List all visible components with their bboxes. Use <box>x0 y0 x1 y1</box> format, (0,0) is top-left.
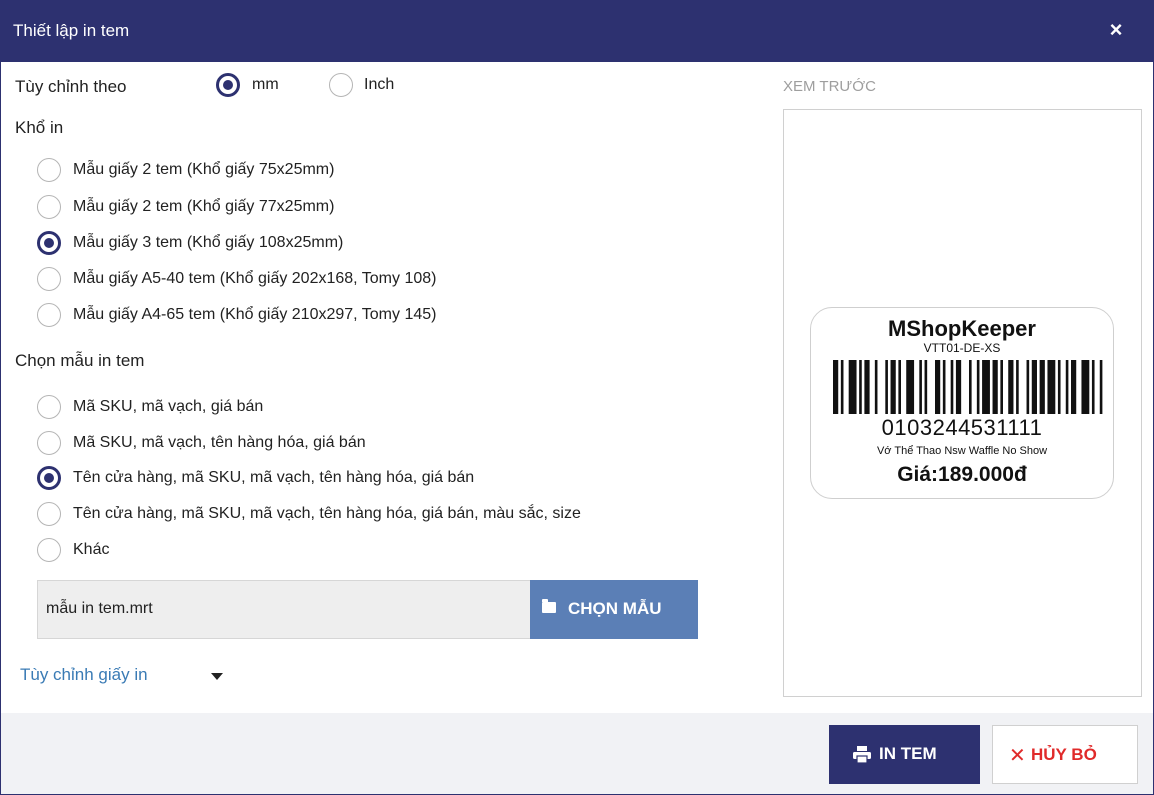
dialog-title: Thiết lập in tem <box>13 21 130 40</box>
radio-paper-77x25-label: Mẫu giấy 2 tem (Khổ giấy 77x25mm) <box>73 198 335 215</box>
barcode-graphic <box>833 360 1103 414</box>
template-file-field[interactable]: mẫu in tem.mrt <box>37 580 531 639</box>
print-label-text: IN TEM <box>879 744 937 763</box>
print-label-dialog: Thiết lập in tem × Tùy chỉnh theo mm Inc… <box>0 0 1154 795</box>
radio-paper-77x25[interactable] <box>37 195 61 219</box>
cancel-button[interactable]: ✕ HỦY BỎ <box>992 725 1138 784</box>
custom-paper-link[interactable]: Tùy chỉnh giấy in <box>20 665 148 685</box>
template-file-value: mẫu in tem.mrt <box>46 600 153 617</box>
radio-paper-a4[interactable] <box>37 303 61 327</box>
radio-template-other[interactable] <box>37 538 61 562</box>
print-label-button[interactable]: IN TEM <box>829 725 980 784</box>
radio-unit-mm-label: mm <box>252 76 279 93</box>
radio-unit-mm[interactable] <box>216 73 240 97</box>
cancel-label: HỦY BỎ <box>1031 745 1097 764</box>
radio-paper-108x25-label: Mẫu giấy 3 tem (Khổ giấy 108x25mm) <box>73 234 344 251</box>
dialog-footer <box>1 713 1153 794</box>
label-shop-name: MShopKeeper <box>888 316 1036 341</box>
label-preview-card: MShopKeeper VTT01-DE-XS 0103244531111 Vớ… <box>810 307 1114 499</box>
radio-template-1-label: Mã SKU, mã vạch, giá bán <box>73 398 264 415</box>
label-barcode-number: 0103244531111 <box>881 415 1043 440</box>
printer-icon <box>853 746 871 763</box>
radio-template-2-label: Mã SKU, mã vạch, tên hàng hóa, giá bán <box>73 434 366 451</box>
radio-paper-108x25[interactable] <box>37 231 61 255</box>
radio-paper-a4-label: Mẫu giấy A4-65 tem (Khổ giấy 210x297, To… <box>73 306 437 323</box>
radio-unit-inch-label: Inch <box>364 76 395 93</box>
folder-icon <box>542 599 556 613</box>
preview-heading: XEM TRƯỚC <box>783 78 876 95</box>
template-heading: Chọn mẫu in tem <box>15 351 145 370</box>
cancel-x-icon: ✕ <box>1009 745 1026 767</box>
label-product-name: Vớ Thể Thao Nsw Waffle No Show <box>876 445 1048 457</box>
radio-paper-75x25[interactable] <box>37 158 61 182</box>
radio-template-other-label: Khác <box>73 541 110 558</box>
radio-template-2[interactable] <box>37 431 61 455</box>
close-icon[interactable]: × <box>1101 15 1131 45</box>
radio-paper-a5[interactable] <box>37 267 61 291</box>
radio-paper-75x25-label: Mẫu giấy 2 tem (Khổ giấy 75x25mm) <box>73 161 335 178</box>
label-price: Giá:189.000đ <box>897 463 1027 486</box>
unit-label: Tùy chỉnh theo <box>15 77 127 96</box>
radio-unit-inch[interactable] <box>329 73 353 97</box>
radio-template-4-label: Tên cửa hàng, mã SKU, mã vạch, tên hàng … <box>73 505 581 522</box>
radio-template-4[interactable] <box>37 502 61 526</box>
radio-paper-a5-label: Mẫu giấy A5-40 tem (Khổ giấy 202x168, To… <box>73 270 437 287</box>
label-sku: VTT01-DE-XS <box>923 341 1001 355</box>
radio-template-3[interactable] <box>37 466 61 490</box>
radio-template-1[interactable] <box>37 395 61 419</box>
paper-heading: Khổ in <box>15 118 64 137</box>
choose-template-button[interactable]: CHỌN MẪU <box>530 580 698 639</box>
choose-template-label: CHỌN MẪU <box>568 599 662 618</box>
dialog-titlebar: Thiết lập in tem × <box>1 1 1153 62</box>
caret-down-icon[interactable] <box>211 673 223 680</box>
radio-template-3-label: Tên cửa hàng, mã SKU, mã vạch, tên hàng … <box>73 469 475 486</box>
